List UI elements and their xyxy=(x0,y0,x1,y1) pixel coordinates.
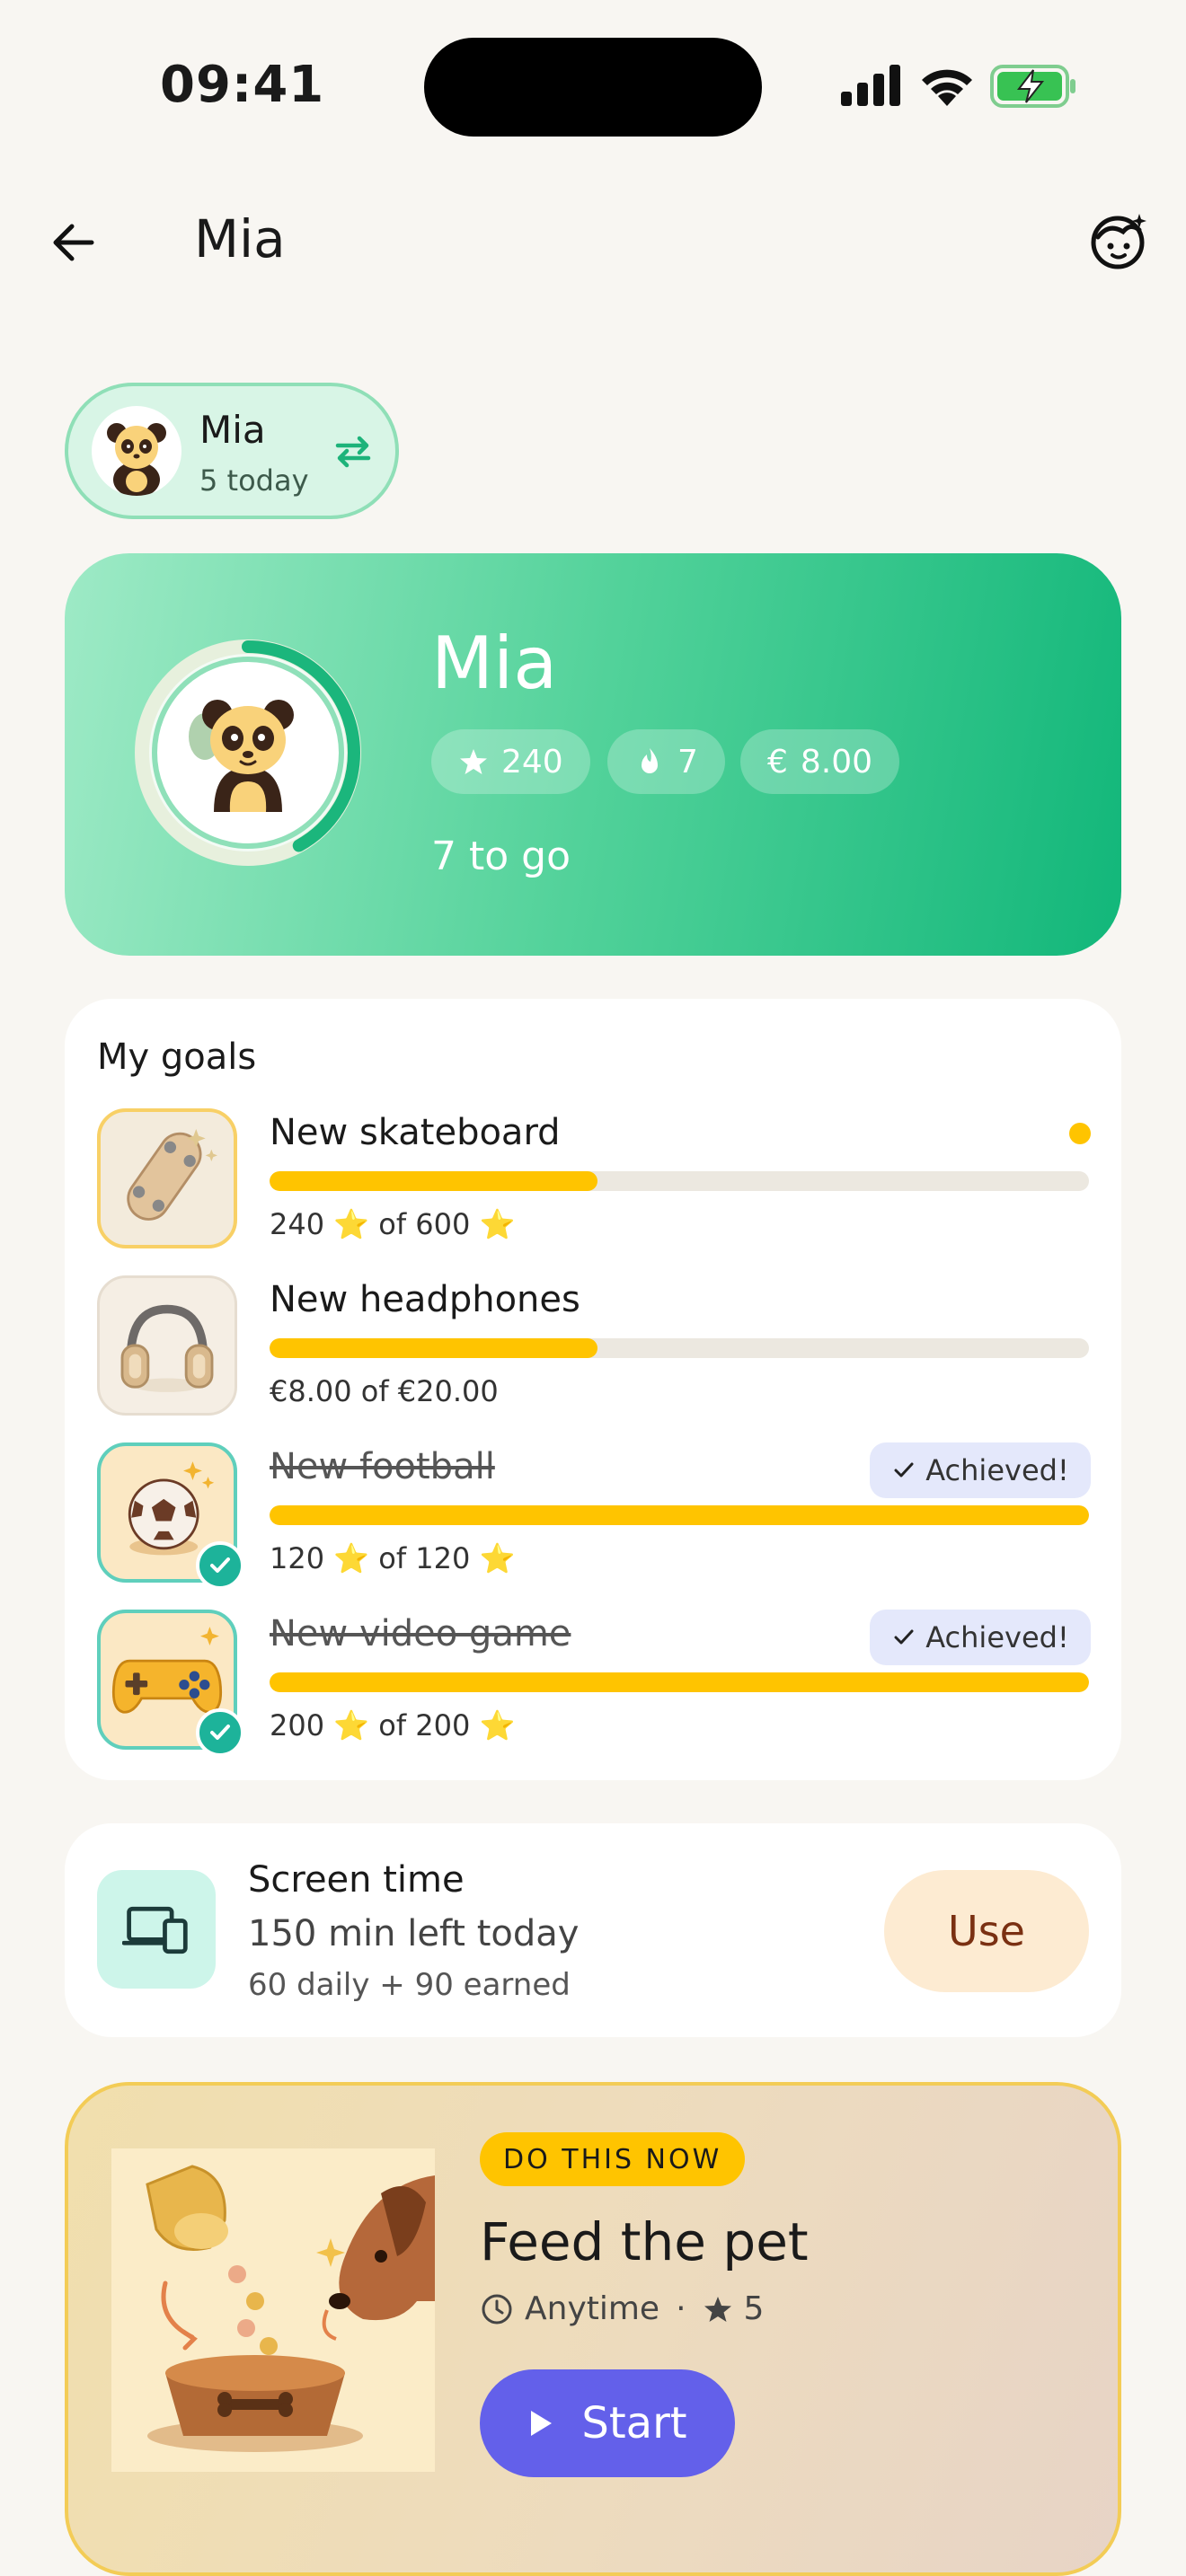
goals-title: My goals xyxy=(97,1037,257,1078)
screen-time-left: 150 min left today xyxy=(248,1913,580,1954)
task-when: Anytime xyxy=(525,2290,660,2327)
stars-value: 240 xyxy=(501,743,563,781)
money-pill: € 8.00 xyxy=(740,729,900,794)
goal-item[interactable]: New video game Achieved! 200 ⭐ of 200 ⭐ xyxy=(97,1610,1091,1757)
kid-face-icon[interactable] xyxy=(1089,210,1150,271)
goal-progress-bar xyxy=(270,1171,1089,1191)
devices-icon xyxy=(97,1870,216,1989)
skateboard-icon xyxy=(97,1108,237,1248)
star-icon: ⭐ xyxy=(479,1207,516,1241)
goal-item[interactable]: New skateboard 240 ⭐ of 600 ⭐ xyxy=(97,1108,1091,1252)
screen-time-title: Screen time xyxy=(248,1859,465,1901)
goal-name: New football xyxy=(270,1446,495,1487)
goal-name: New skateboard xyxy=(270,1112,561,1153)
goals-card: My goals New skateboard 240 ⭐ of 600 ⭐ N… xyxy=(65,999,1121,1780)
level-progress-ring xyxy=(135,640,361,866)
meta-separator: · xyxy=(676,2290,686,2327)
avatar xyxy=(92,406,181,496)
achieved-badge: Achieved! xyxy=(870,1442,1091,1498)
wifi-icon xyxy=(922,69,972,106)
page-title: Mia xyxy=(194,208,286,269)
screen-time-detail: 60 daily + 90 earned xyxy=(248,1967,571,2003)
chip-name: Mia xyxy=(199,408,266,452)
goal-progress-text: €8.00 of €20.00 xyxy=(270,1374,499,1408)
play-icon xyxy=(531,2411,553,2436)
star-icon: ⭐ xyxy=(479,1541,516,1575)
goal-name: New headphones xyxy=(270,1279,580,1320)
pet-food-icon xyxy=(111,2148,435,2472)
task-priority-tag: DO THIS NOW xyxy=(480,2132,746,2186)
star-icon: ⭐ xyxy=(333,1708,370,1742)
goal-progress-text: 120 ⭐ of 120 ⭐ xyxy=(270,1541,516,1575)
goal-item[interactable]: New football Achieved! 120 ⭐ of 120 ⭐ xyxy=(97,1442,1091,1590)
chip-subtitle: 5 today xyxy=(199,463,309,498)
stars-pill: 240 xyxy=(431,729,590,794)
star-icon xyxy=(704,2296,731,2322)
profile-switch-chip[interactable]: Mia 5 today xyxy=(65,383,399,519)
swap-icon xyxy=(335,436,371,468)
star-icon: ⭐ xyxy=(479,1708,516,1742)
signal-icon xyxy=(841,65,900,106)
profile-hero-card: Mia 240 7 € 8.00 7 to go xyxy=(65,553,1121,956)
achieved-check-icon xyxy=(196,1708,244,1757)
check-icon xyxy=(894,1629,914,1645)
goal-progress-text: 240 ⭐ of 600 ⭐ xyxy=(270,1207,516,1241)
use-button[interactable]: Use xyxy=(884,1870,1089,1992)
goal-progress-text: 200 ⭐ of 200 ⭐ xyxy=(270,1708,516,1742)
flame-icon xyxy=(642,748,658,773)
achieved-check-icon xyxy=(196,1541,244,1590)
check-icon xyxy=(894,1462,914,1478)
status-time: 09:41 xyxy=(160,56,325,114)
goal-progress-bar xyxy=(270,1338,1089,1358)
euro-icon: € xyxy=(767,743,788,781)
current-task-card[interactable]: DO THIS NOW Feed the pet Anytime · 5 Sta… xyxy=(65,2082,1121,2576)
headphones-icon xyxy=(97,1275,237,1416)
to-go-label: 7 to go xyxy=(431,834,571,879)
task-meta: Anytime · 5 xyxy=(480,2290,764,2327)
goal-progress-bar xyxy=(270,1672,1089,1692)
streak-value: 7 xyxy=(677,743,698,781)
task-title: Feed the pet xyxy=(480,2211,809,2272)
clock-icon xyxy=(482,2294,512,2324)
panda-icon xyxy=(107,423,166,496)
streak-pill: 7 xyxy=(607,729,725,794)
goal-progress-bar xyxy=(270,1505,1089,1525)
goal-name: New video game xyxy=(270,1613,571,1654)
battery-icon xyxy=(990,65,1075,108)
hero-name: Mia xyxy=(431,622,558,705)
star-icon: ⭐ xyxy=(333,1541,370,1575)
money-value: 8.00 xyxy=(800,743,873,781)
start-button[interactable]: Start xyxy=(480,2369,735,2477)
star-icon: ⭐ xyxy=(333,1207,370,1241)
task-points: 5 xyxy=(743,2290,765,2327)
back-arrow-icon[interactable] xyxy=(47,214,104,271)
goal-item[interactable]: New headphones €8.00 of €20.00 xyxy=(97,1275,1089,1419)
screen-time-card: Screen time 150 min left today 60 daily … xyxy=(65,1823,1121,2037)
star-icon xyxy=(460,749,487,774)
achieved-badge: Achieved! xyxy=(870,1610,1091,1665)
active-goal-dot xyxy=(1069,1123,1091,1144)
dynamic-island xyxy=(424,38,762,137)
